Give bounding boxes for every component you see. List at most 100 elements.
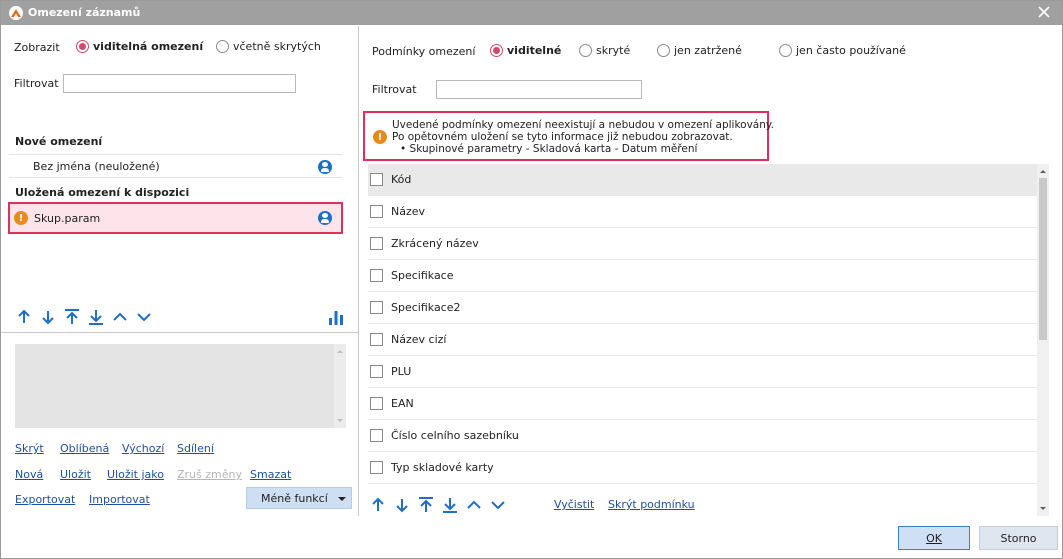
export-link[interactable]: Exportovat — [15, 493, 75, 506]
hide-condition-link[interactable]: Skrýt podmínku — [608, 498, 695, 511]
radio-label: jen často používané — [796, 44, 906, 57]
checkbox[interactable] — [370, 365, 383, 378]
warning-icon: ! — [373, 130, 387, 144]
condition-move-down-button[interactable] — [393, 496, 411, 514]
user-icon — [318, 211, 332, 225]
field-label: Zkrácený název — [391, 237, 479, 250]
delete-link[interactable]: Smazat — [250, 468, 291, 481]
list-item-unsaved[interactable]: Bez jména (neuložené) — [9, 154, 342, 178]
list-item-label: Skup.param — [34, 212, 101, 225]
list-item[interactable]: Specifikace2 — [368, 292, 1046, 324]
import-link[interactable]: Importovat — [89, 493, 150, 506]
window-title: Omezení záznamů — [28, 6, 141, 19]
move-to-bottom-button[interactable] — [87, 308, 105, 326]
radio-label: viditelná omezení — [93, 40, 204, 53]
radio-visible-conditions[interactable]: viditelné — [490, 44, 561, 57]
checkbox[interactable] — [370, 461, 383, 474]
radio-dot — [216, 40, 229, 53]
list-item[interactable]: Typ skladové karty — [368, 452, 1046, 484]
radio-frequently-used[interactable]: jen často používané — [779, 44, 906, 57]
radio-dot — [657, 44, 670, 57]
arrow-down-icon — [396, 499, 408, 513]
statistics-button[interactable] — [327, 308, 345, 326]
left-filter-input[interactable] — [63, 74, 296, 93]
close-button[interactable] — [1031, 2, 1057, 24]
favorite-link[interactable]: Oblíbená — [60, 442, 109, 455]
default-link[interactable]: Výchozí — [122, 442, 164, 455]
description-area[interactable] — [15, 344, 346, 428]
save-link[interactable]: Uložit — [60, 468, 91, 481]
list-item[interactable]: PLU — [368, 356, 1046, 388]
scroll-down-icon — [337, 419, 343, 422]
move-up-button[interactable] — [15, 308, 33, 326]
checkbox[interactable] — [370, 397, 383, 410]
field-label: Typ skladové karty — [391, 461, 494, 474]
chevron-up-icon — [467, 500, 481, 509]
list-item[interactable]: Název cizí — [368, 324, 1046, 356]
move-down-button[interactable] — [39, 308, 57, 326]
new-link[interactable]: Nová — [15, 468, 43, 481]
warning-icon: ! — [14, 211, 28, 225]
condition-move-to-bottom-button[interactable] — [441, 496, 459, 514]
move-up-one-button[interactable] — [111, 308, 129, 326]
cancel-button[interactable]: Storno — [979, 526, 1058, 550]
radio-only-checked[interactable]: jen zatržené — [657, 44, 742, 57]
warning-line-1: Uvedené podmínky omezení neexistují a ne… — [392, 119, 774, 131]
list-item[interactable]: Kód — [368, 164, 1046, 196]
divider — [1, 332, 358, 333]
field-label: Specifikace — [391, 269, 454, 282]
checkbox[interactable] — [370, 173, 383, 186]
checkbox[interactable] — [370, 269, 383, 282]
condition-move-to-top-button[interactable] — [417, 496, 435, 514]
description-scrollbar[interactable] — [334, 344, 346, 428]
checkbox[interactable] — [370, 333, 383, 346]
saved-restrictions-heading: Uložená omezení k dispozici — [15, 186, 190, 199]
condition-move-up-one-button[interactable] — [465, 496, 483, 514]
condition-move-up-button[interactable] — [369, 496, 387, 514]
warning-line-3: • Skupinové parametry - Skladová karta -… — [400, 143, 698, 155]
chevron-down-icon — [491, 501, 505, 510]
arrow-to-top-icon — [419, 497, 433, 512]
scroll-down-icon — [1040, 507, 1046, 510]
list-item-skup-param[interactable]: ! Skup.param — [8, 202, 343, 234]
radio-include-hidden[interactable]: včetně skrytých — [216, 40, 321, 53]
radio-label: včetně skrytých — [233, 40, 321, 53]
radio-hidden-conditions[interactable]: skryté — [579, 44, 630, 57]
arrow-to-bottom-icon — [443, 498, 457, 513]
move-to-top-button[interactable] — [63, 308, 81, 326]
warning-box: ! Uvedené podmínky omezení neexistují a … — [363, 111, 774, 161]
radio-dot — [579, 44, 592, 57]
list-item[interactable]: Specifikace — [368, 260, 1046, 292]
new-restriction-heading: Nové omezení — [15, 135, 103, 148]
clear-link[interactable]: Vyčistit — [554, 498, 594, 511]
filter-label: Filtrovat — [14, 77, 59, 90]
condition-list: Kód Název Zkrácený název Specifikace Spe… — [368, 164, 1046, 489]
left-panel: Zobrazit viditelná omezení včetně skrytý… — [1, 26, 359, 516]
close-icon — [1038, 6, 1050, 18]
right-filter-input[interactable] — [436, 80, 642, 99]
scroll-thumb[interactable] — [1039, 178, 1047, 340]
list-item[interactable]: EAN — [368, 388, 1046, 420]
sharing-link[interactable]: Sdílení — [177, 442, 214, 455]
condition-list-scrollbar[interactable] — [1037, 164, 1049, 516]
less-functions-button[interactable]: Méně funkcí — [246, 487, 352, 509]
field-label: Název cizí — [391, 333, 447, 346]
checkbox[interactable] — [370, 301, 383, 314]
dropdown-arrow-icon — [338, 497, 346, 501]
field-label: Název — [391, 205, 426, 218]
scroll-up-icon — [337, 350, 343, 353]
ok-button[interactable]: OK — [898, 526, 970, 550]
checkbox[interactable] — [370, 429, 383, 442]
checkbox[interactable] — [370, 237, 383, 250]
checkbox[interactable] — [370, 205, 383, 218]
radio-visible-restrictions[interactable]: viditelná omezení — [76, 40, 203, 53]
hide-link[interactable]: Skrýt — [15, 442, 44, 455]
user-icon — [318, 160, 332, 174]
list-item[interactable]: Název — [368, 196, 1046, 228]
list-item[interactable]: Zkrácený název — [368, 228, 1046, 260]
conditions-label: Podmínky omezení — [372, 45, 476, 58]
move-down-one-button[interactable] — [135, 308, 153, 326]
save-as-link[interactable]: Uložit jako — [107, 468, 164, 481]
list-item[interactable]: Číslo celního sazebníku — [368, 420, 1046, 452]
condition-move-down-one-button[interactable] — [489, 496, 507, 514]
